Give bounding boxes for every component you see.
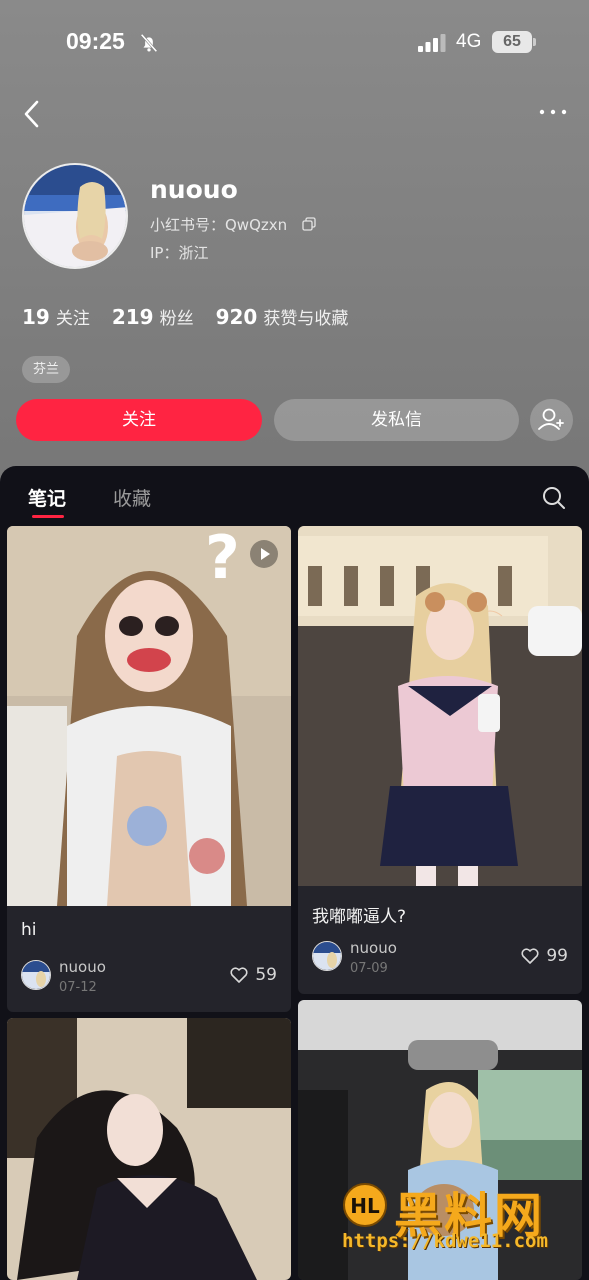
- note-like-count: 99: [546, 946, 568, 966]
- note-date: 07-12: [59, 980, 97, 995]
- stat-followers[interactable]: 219 粉丝: [112, 304, 194, 329]
- avatar-image: [24, 165, 126, 267]
- content-tabs: 笔记 收藏: [0, 466, 589, 524]
- more-icon[interactable]: [536, 100, 570, 124]
- stat-following[interactable]: 19 关注: [22, 304, 90, 329]
- heart-icon: [230, 967, 248, 983]
- note-card[interactable]: 我嘟嘟逼人? nuouo 07-09 99: [298, 526, 582, 994]
- note-like-count: 59: [255, 965, 277, 985]
- watermark-logo: HL: [343, 1183, 387, 1227]
- note-card[interactable]: [7, 1018, 291, 1280]
- profile-stats: 19 关注 219 粉丝 920 获赞与收藏: [22, 304, 348, 329]
- status-bar: 09:25 4G 65: [0, 28, 589, 60]
- svg-text:HL: HL: [350, 1194, 380, 1218]
- svg-text:?: ?: [205, 526, 240, 593]
- author-avatar-image: [313, 942, 341, 970]
- bell-off-icon: [140, 33, 158, 53]
- battery-level: 65: [492, 31, 532, 53]
- copy-icon[interactable]: [302, 217, 316, 231]
- note-cover-image: [7, 1018, 291, 1280]
- profile-ip-location: IP：浙江: [150, 244, 209, 262]
- author-avatar-image: [22, 961, 50, 989]
- profile-tag[interactable]: 芬兰: [22, 356, 71, 383]
- battery-tip: [533, 38, 536, 46]
- follow-button[interactable]: 关注: [16, 399, 262, 441]
- stat-likes-label: 获赞与收藏: [263, 309, 349, 329]
- stat-followers-count: 219: [111, 305, 154, 329]
- note-author: nuouo: [350, 939, 397, 957]
- stat-likes-collections[interactable]: 920 获赞与收藏: [216, 304, 349, 329]
- note-author-avatar: [312, 941, 342, 971]
- note-like[interactable]: 99: [520, 946, 568, 966]
- stat-followers-label: 粉丝: [159, 309, 194, 329]
- note-title: 我嘟嘟逼人?: [312, 907, 407, 927]
- message-button[interactable]: 发私信: [274, 399, 519, 441]
- stat-likes-count: 920: [215, 305, 258, 329]
- stat-following-label: 关注: [55, 309, 90, 329]
- signal-icon: [418, 34, 446, 52]
- profile-avatar[interactable]: [22, 163, 128, 269]
- network-type: 4G: [456, 31, 482, 52]
- tab-collections[interactable]: 收藏: [113, 484, 151, 511]
- play-icon: [250, 540, 278, 568]
- note-date: 07-09: [350, 961, 388, 976]
- tab-notes[interactable]: 笔记: [28, 484, 66, 511]
- search-icon[interactable]: [541, 485, 567, 511]
- status-time: 09:25: [66, 28, 125, 54]
- notes-panel: 笔记 收藏 ? hi nuouo 07-12 59 我嘟嘟逼人? nuouo 0…: [0, 466, 589, 1280]
- heart-icon: [521, 948, 539, 964]
- back-button[interactable]: [18, 96, 48, 132]
- stat-following-count: 19: [22, 305, 50, 329]
- watermark-url: https://kdwe11.com: [342, 1230, 548, 1252]
- profile-username: nuouo: [150, 175, 238, 204]
- profile-red-id: 小红书号：QwQzxn: [150, 216, 288, 234]
- note-author-avatar: [21, 960, 51, 990]
- note-cover-image: [298, 526, 582, 886]
- watermark: HL 黑料网 https://kdwe11.com: [342, 1176, 574, 1260]
- note-like[interactable]: 59: [229, 965, 277, 985]
- tab-active-indicator: [32, 515, 64, 518]
- note-cover-image: ?: [7, 526, 291, 906]
- note-author: nuouo: [59, 958, 106, 976]
- note-title: hi: [21, 920, 37, 940]
- add-user-icon: [538, 408, 564, 430]
- note-card[interactable]: ? hi nuouo 07-12 59: [7, 526, 291, 1012]
- add-user-button[interactable]: [530, 399, 573, 441]
